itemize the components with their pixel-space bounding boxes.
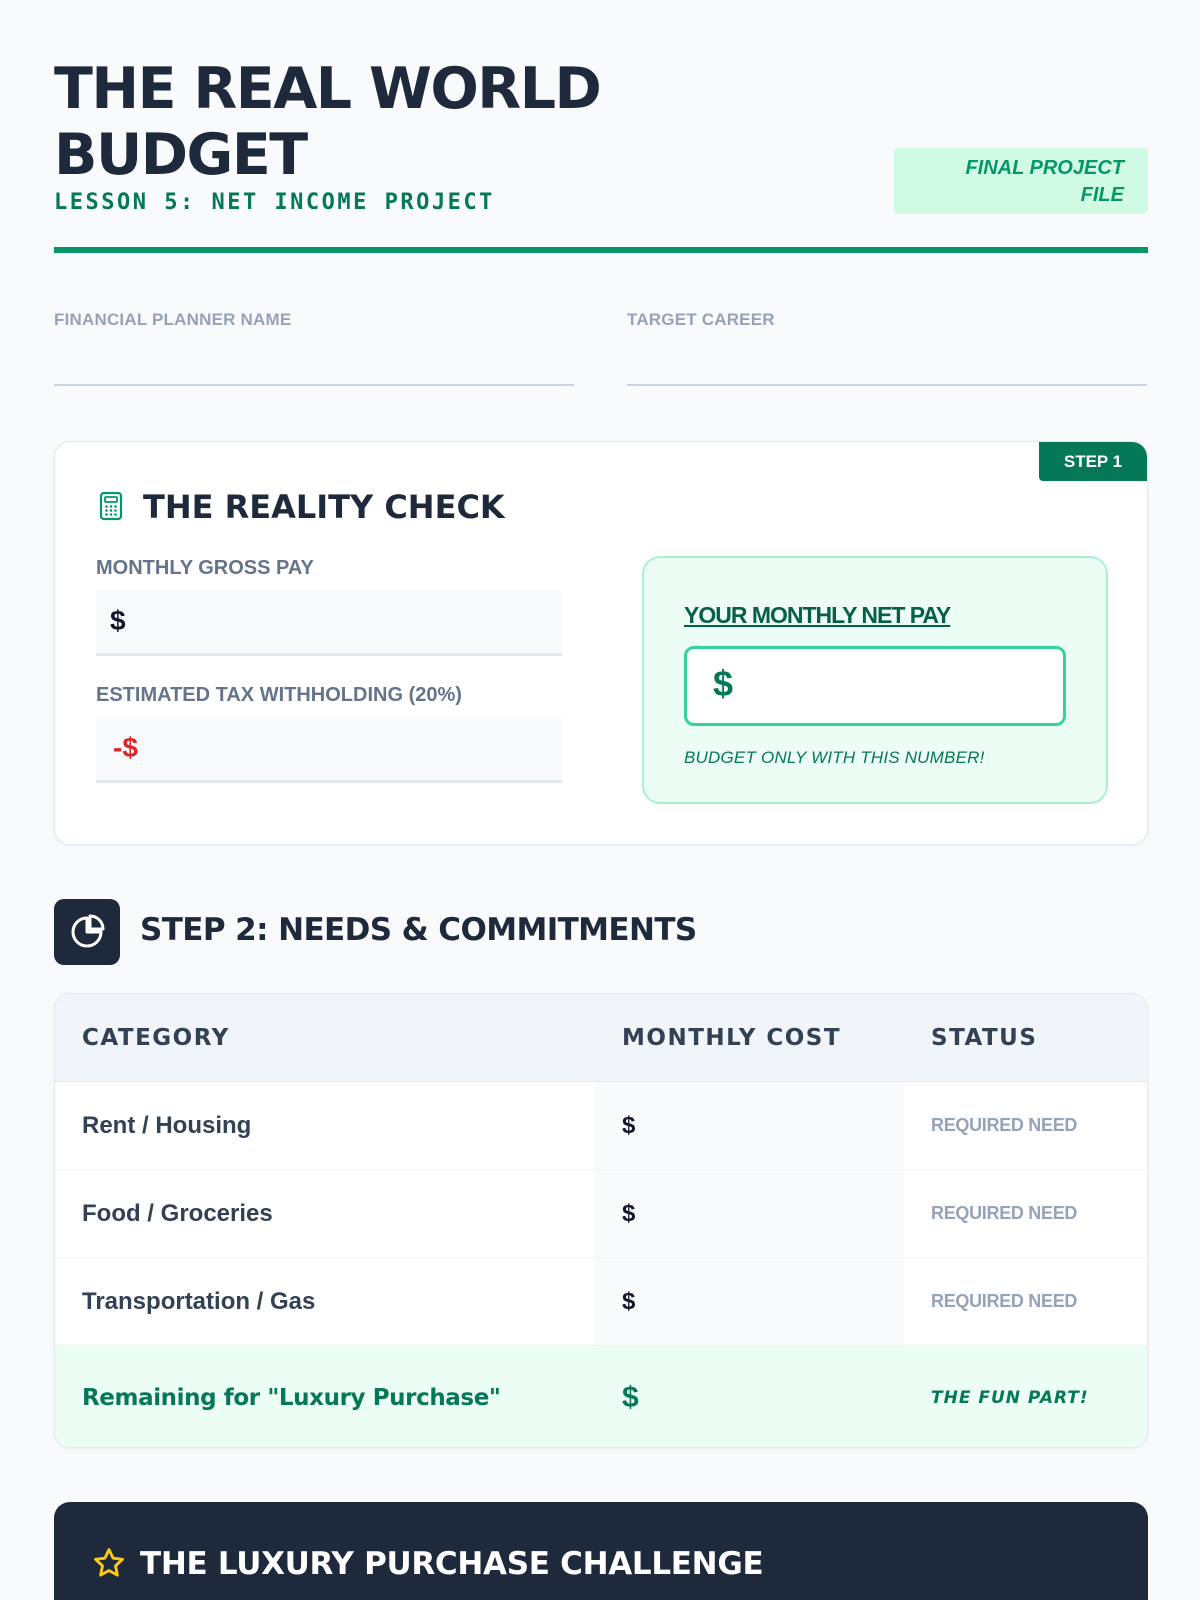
pie-chart-icon: [54, 899, 120, 965]
row-status: REQUIRED NEED: [931, 1291, 1078, 1311]
row-category: Rent / Housing: [82, 1111, 252, 1139]
row-category: Food / Groceries: [82, 1199, 273, 1227]
row-cost-input[interactable]: $: [595, 1082, 904, 1169]
luxury-challenge-title: THE LUXURY PURCHASE CHALLENGE: [140, 1546, 764, 1582]
net-pay-label: YOUR MONTHLY NET PAY: [684, 602, 951, 628]
tax-withholding-label: ESTIMATED TAX WITHHOLDING (20%): [96, 684, 462, 706]
row-cost-input[interactable]: $: [595, 1258, 904, 1345]
row-category: Transportation / Gas: [82, 1287, 316, 1315]
planner-name-label: FINANCIAL PLANNER NAME: [54, 310, 292, 329]
row-status: REQUIRED NEED: [931, 1203, 1078, 1223]
star-icon: [94, 1548, 124, 1577]
step-1-tab: STEP 1: [1039, 442, 1147, 481]
column-header-monthly-cost: MONTHLY COST: [622, 1024, 842, 1051]
gross-pay-currency: $: [110, 605, 126, 636]
worksheet-page: THE REAL WORLD BUDGET LESSON 5: NET INCO…: [54, 0, 1148, 1600]
header-divider: [54, 247, 1148, 253]
column-header-category: CATEGORY: [82, 1024, 230, 1051]
target-career-label: TARGET CAREER: [627, 310, 775, 329]
planner-name-field[interactable]: [54, 384, 574, 386]
tax-withholding-input[interactable]: -$: [96, 717, 562, 783]
final-project-badge: FINAL PROJECT FILE: [894, 148, 1148, 214]
reality-check-title: THE REALITY CHECK: [143, 488, 505, 526]
luxury-challenge-section: THE LUXURY PURCHASE CHALLENGE: [54, 1502, 1148, 1600]
net-pay-input[interactable]: $: [684, 646, 1066, 726]
row-status: REQUIRED NEED: [931, 1115, 1078, 1135]
target-career-field[interactable]: [627, 384, 1147, 386]
remaining-row: Remaining for "Luxury Purchase" $ THE FU…: [55, 1346, 1147, 1447]
needs-table: CATEGORY MONTHLY COST STATUS Rent / Hous…: [54, 993, 1148, 1448]
table-row: Transportation / Gas $ REQUIRED NEED: [55, 1258, 1147, 1346]
needs-section-title: STEP 2: NEEDS & COMMITMENTS: [140, 912, 697, 948]
net-pay-note: BUDGET ONLY WITH THIS NUMBER!: [684, 748, 985, 767]
table-row: Food / Groceries $ REQUIRED NEED: [55, 1170, 1147, 1258]
reality-check-card: STEP 1 THE REALITY CHECK MONTHLY GROSS P…: [54, 441, 1148, 845]
gross-pay-label: MONTHLY GROSS PAY: [96, 557, 314, 579]
calculator-icon: [99, 491, 123, 521]
remaining-label: Remaining for "Luxury Purchase": [82, 1384, 501, 1411]
column-header-status: STATUS: [931, 1024, 1038, 1051]
table-header-row: CATEGORY MONTHLY COST STATUS: [55, 994, 1147, 1082]
page-subtitle: LESSON 5: NET INCOME PROJECT: [54, 190, 495, 215]
gross-pay-input[interactable]: $: [96, 590, 562, 656]
net-pay-currency: $: [713, 663, 734, 704]
row-cost-input[interactable]: $: [595, 1170, 904, 1257]
page-title: THE REAL WORLD BUDGET: [54, 56, 602, 188]
tax-withholding-currency: -$: [113, 732, 138, 763]
remaining-cost-input[interactable]: $: [595, 1346, 904, 1447]
table-row: Rent / Housing $ REQUIRED NEED: [55, 1082, 1147, 1170]
remaining-status: THE FUN PART!: [931, 1387, 1089, 1408]
net-pay-panel: YOUR MONTHLY NET PAY $ BUDGET ONLY WITH …: [642, 556, 1108, 804]
